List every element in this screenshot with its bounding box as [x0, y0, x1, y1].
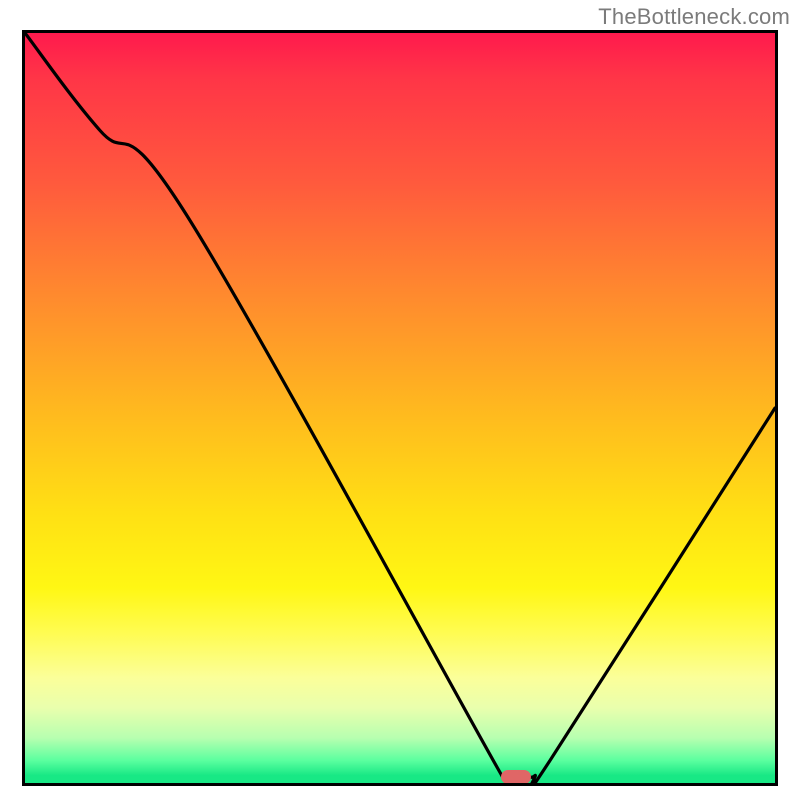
curve-path	[25, 33, 775, 783]
bottleneck-curve	[25, 33, 775, 783]
watermark-text: TheBottleneck.com	[598, 4, 790, 30]
plot-frame	[22, 30, 778, 786]
